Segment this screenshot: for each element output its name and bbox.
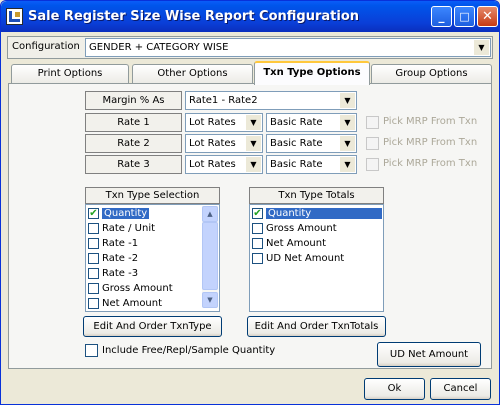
txn-selection-header: Txn Type Selection xyxy=(85,187,220,204)
checkbox[interactable] xyxy=(252,238,263,249)
item-label: Rate / Unit xyxy=(102,223,156,234)
item-label: UD Net Amount xyxy=(266,253,345,264)
chevron-down-icon[interactable]: ▼ xyxy=(246,157,261,172)
item-label: Net Amount xyxy=(266,238,327,249)
list-item[interactable]: Gross Amount xyxy=(88,281,173,296)
checkbox[interactable] xyxy=(88,283,99,294)
list-item[interactable]: Rate / Unit xyxy=(88,221,155,236)
checkbox[interactable] xyxy=(88,298,99,309)
rate-2-basis-dropdown[interactable]: Basic Rate ▼ xyxy=(266,134,357,153)
list-item[interactable]: Rate -3 xyxy=(88,266,138,281)
item-label: Rate -2 xyxy=(102,253,139,264)
item-label: Gross Amount xyxy=(102,283,173,294)
ok-button[interactable]: Ok xyxy=(364,378,425,400)
close-button[interactable]: ✕ xyxy=(477,6,498,27)
chevron-down-icon[interactable]: ▼ xyxy=(246,115,261,130)
chevron-down-icon[interactable]: ▼ xyxy=(474,40,489,55)
scroll-thumb[interactable] xyxy=(202,222,218,290)
checkbox[interactable] xyxy=(252,253,263,264)
chevron-down-icon[interactable]: ▼ xyxy=(340,157,355,172)
rate-1-label: Rate 1 xyxy=(85,113,182,132)
item-label: Quantity xyxy=(266,208,382,219)
scroll-up-icon[interactable]: ▲ xyxy=(202,206,218,222)
item-label: Rate -1 xyxy=(102,238,139,249)
tab-other-options[interactable]: Other Options xyxy=(132,64,253,83)
list-item[interactable]: Rate -1 xyxy=(88,236,138,251)
list-item[interactable]: UD Net Amount xyxy=(252,251,344,266)
chevron-down-icon[interactable]: ▼ xyxy=(340,93,355,108)
window-title: Sale Register Size Wise Report Configura… xyxy=(28,9,360,24)
txn-totals-header: Txn Type Totals xyxy=(249,187,384,204)
pick-mrp-1-label: Pick MRP From Txn xyxy=(383,116,478,127)
app-icon xyxy=(6,8,23,25)
rate-3-basis-dropdown[interactable]: Basic Rate ▼ xyxy=(266,155,357,174)
dialog-window: Sale Register Size Wise Report Configura… xyxy=(0,0,500,405)
list-item[interactable]: Net Amount xyxy=(88,296,162,311)
rate-3-dropdown[interactable]: Lot Rates ▼ xyxy=(185,155,263,174)
maximize-button[interactable]: □ xyxy=(454,6,475,27)
rate-2-dropdown[interactable]: Lot Rates ▼ xyxy=(185,134,263,153)
margin-value: Rate1 - Rate2 xyxy=(189,95,258,106)
rate-1-basis-value: Basic Rate xyxy=(270,117,323,128)
rate-1-basis-dropdown[interactable]: Basic Rate ▼ xyxy=(266,113,357,132)
checkbox[interactable]: ✔ xyxy=(88,208,99,219)
cancel-button[interactable]: Cancel xyxy=(430,378,491,400)
rate-2-value: Lot Rates xyxy=(189,138,236,149)
list-item[interactable]: Rate -2 xyxy=(88,251,138,266)
rate-3-label: Rate 3 xyxy=(85,155,182,174)
txn-selection-list[interactable]: ✔ Quantity Rate / Unit Rate -1 Rate -2 Ra… xyxy=(85,204,220,312)
chevron-down-icon[interactable]: ▼ xyxy=(340,136,355,151)
checkbox[interactable]: ✔ xyxy=(252,208,263,219)
tab-txn-type-options[interactable]: Txn Type Options xyxy=(254,61,370,85)
chevron-down-icon[interactable]: ▼ xyxy=(340,115,355,130)
pick-mrp-1-checkbox[interactable] xyxy=(366,116,379,129)
list-item[interactable]: ✔ Quantity xyxy=(252,206,382,221)
item-label: Gross Amount xyxy=(266,223,337,234)
pick-mrp-3-checkbox[interactable] xyxy=(366,158,379,171)
checkbox[interactable] xyxy=(88,253,99,264)
pick-mrp-2-checkbox[interactable] xyxy=(366,137,379,150)
pick-mrp-2-label: Pick MRP From Txn xyxy=(383,137,478,148)
list-item[interactable]: Gross Amount xyxy=(252,221,337,236)
rate-1-value: Lot Rates xyxy=(189,117,236,128)
scrollbar[interactable]: ▲ ▼ xyxy=(202,206,218,308)
checkbox[interactable] xyxy=(88,223,99,234)
checkbox[interactable] xyxy=(252,223,263,234)
configuration-label: Configuration xyxy=(12,41,80,52)
scroll-down-icon[interactable]: ▼ xyxy=(202,292,218,308)
margin-label: Margin % As xyxy=(85,91,182,110)
checkbox[interactable] xyxy=(88,238,99,249)
item-label: Rate -3 xyxy=(102,268,139,279)
include-free-checkbox[interactable] xyxy=(85,344,98,357)
chevron-down-icon[interactable]: ▼ xyxy=(246,136,261,151)
checkbox[interactable] xyxy=(88,268,99,279)
edit-order-txntype-button[interactable]: Edit And Order TxnType xyxy=(83,316,222,337)
ud-net-amount-button[interactable]: UD Net Amount xyxy=(377,342,481,367)
edit-order-txntotals-button[interactable]: Edit And Order TxnTotals xyxy=(247,316,386,337)
pick-mrp-3-label: Pick MRP From Txn xyxy=(383,158,478,169)
rate-2-label: Rate 2 xyxy=(85,134,182,153)
list-item[interactable]: ✔ Quantity xyxy=(88,206,150,221)
configuration-value: GENDER + CATEGORY WISE xyxy=(89,42,229,53)
tab-group-options[interactable]: Group Options xyxy=(371,64,492,83)
rate-3-basis-value: Basic Rate xyxy=(270,159,323,170)
item-label: Net Amount xyxy=(102,298,163,309)
configuration-dropdown[interactable]: GENDER + CATEGORY WISE ▼ xyxy=(85,38,491,57)
item-label: Quantity xyxy=(102,208,150,219)
txn-totals-list[interactable]: ✔ Quantity Gross Amount Net Amount UD Net… xyxy=(249,204,384,312)
rate-1-dropdown[interactable]: Lot Rates ▼ xyxy=(185,113,263,132)
margin-dropdown[interactable]: Rate1 - Rate2 ▼ xyxy=(185,91,357,110)
title-bar[interactable]: Sale Register Size Wise Report Configura… xyxy=(1,1,499,32)
tab-print-options[interactable]: Print Options xyxy=(11,64,129,83)
include-free-label: Include Free/Repl/Sample Quantity xyxy=(102,345,276,356)
list-item[interactable]: Net Amount xyxy=(252,236,326,251)
rate-3-value: Lot Rates xyxy=(189,159,236,170)
minimize-button[interactable]: _ xyxy=(431,6,452,27)
rate-2-basis-value: Basic Rate xyxy=(270,138,323,149)
